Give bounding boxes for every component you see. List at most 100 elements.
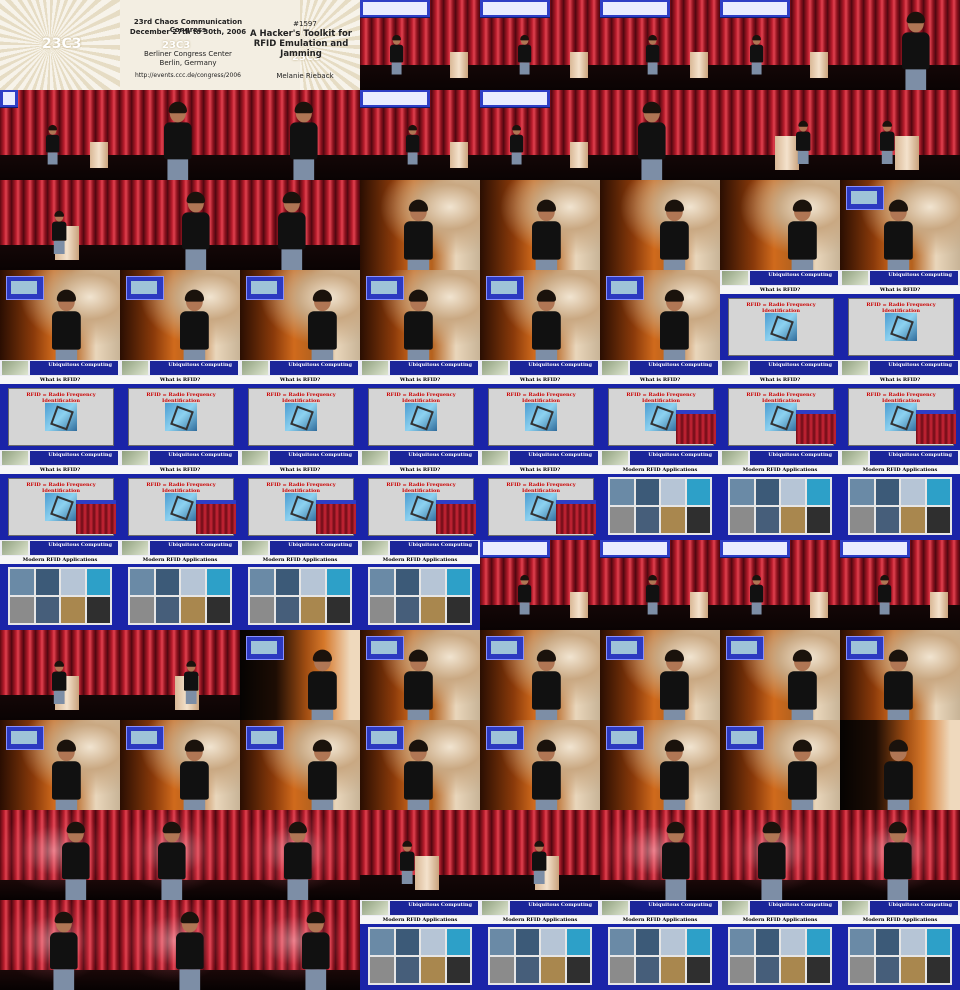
rfid-applications-collage — [728, 477, 832, 535]
application-photo — [275, 569, 299, 595]
video-frame — [480, 630, 600, 720]
rfid-tag-image — [285, 493, 317, 521]
video-frame — [120, 90, 240, 180]
application-photo — [566, 957, 590, 983]
speaker-hair — [792, 739, 812, 752]
speaker-hair — [752, 34, 761, 41]
slide-banner-text: Ubiquitous Computing — [408, 542, 472, 548]
projection-screen — [606, 726, 644, 750]
slide-banner: Ubiquitous Computing — [480, 450, 600, 466]
slide-banner-band: Ubiquitous Computing — [150, 451, 238, 465]
rfid-tag-image — [165, 403, 197, 431]
slide-body: RFID = Radio Frequency Identification — [488, 388, 594, 446]
application-photo — [635, 929, 659, 955]
speaker-jeans — [797, 150, 809, 164]
speaker-jeans — [519, 602, 530, 615]
projection-screen — [726, 726, 764, 750]
projection-screen — [486, 636, 524, 660]
rfid-applications-collage — [368, 927, 472, 985]
speaker-hair — [408, 199, 428, 212]
video-frame — [360, 630, 480, 720]
slide-banner: Ubiquitous Computing — [600, 450, 720, 466]
slide-banner: Ubiquitous Computing — [360, 360, 480, 376]
video-frame — [240, 720, 360, 810]
speaker-hair — [56, 289, 76, 302]
video-frame — [600, 540, 720, 630]
application-photo — [686, 957, 710, 983]
slide-title: What is RFID? — [720, 286, 840, 294]
slide-banner-text: Ubiquitous Computing — [648, 902, 712, 908]
video-frame — [480, 720, 600, 810]
speaker-shirt — [884, 761, 913, 800]
speaker-hair — [312, 289, 332, 302]
slide-banner: Ubiquitous Computing — [240, 540, 360, 556]
projection-screen — [366, 276, 404, 300]
video-frame: Ubiquitous Computing Modern RFID Applicat… — [360, 540, 480, 630]
uva-logo-image — [122, 361, 148, 375]
rfid-applications-collage — [848, 927, 952, 985]
speaker-hair — [906, 11, 925, 24]
video-frame: Ubiquitous Computing Modern RFID Applicat… — [240, 540, 360, 630]
uva-logo-image — [362, 451, 388, 465]
application-photo — [395, 929, 419, 955]
speaker-hair — [888, 199, 908, 212]
projection-screen-content — [3, 92, 15, 105]
uva-logo-image — [2, 451, 28, 465]
projection-screen-content — [603, 2, 667, 15]
speaker-shirt — [404, 311, 433, 350]
slide-banner: Ubiquitous Computing — [0, 540, 120, 556]
speaker-jeans — [647, 602, 658, 615]
application-photo — [326, 569, 350, 595]
slide-banner: Ubiquitous Computing — [0, 360, 120, 376]
application-photo — [755, 957, 779, 983]
speaker-jeans — [311, 349, 334, 360]
speaker-jeans — [305, 969, 327, 990]
speaker-shirt — [182, 212, 210, 250]
video-frame — [0, 90, 120, 180]
slide-banner-text: Ubiquitous Computing — [288, 542, 352, 548]
slide-title: What is RFID? — [720, 376, 840, 384]
slide-banner: Ubiquitous Computing — [840, 900, 960, 916]
slide-banner-band: Ubiquitous Computing — [390, 901, 478, 915]
speaker-hair — [520, 574, 529, 581]
slide-banner-text: Ubiquitous Computing — [768, 272, 832, 278]
video-frame — [0, 900, 120, 990]
speaker-jeans — [663, 709, 686, 720]
projection-screen — [480, 0, 550, 18]
speaker-hair — [408, 649, 428, 662]
application-photo — [446, 597, 470, 623]
lectern — [930, 592, 948, 618]
slide-title: What is RFID? — [600, 376, 720, 384]
slide-banner: Ubiquitous Computing — [480, 360, 600, 376]
rfid-tag-image — [405, 493, 437, 521]
speaker-jeans — [183, 349, 206, 360]
application-photo — [515, 957, 539, 983]
uva-logo-image — [722, 361, 748, 375]
speaker-jeans — [791, 799, 814, 810]
speaker-hair — [664, 649, 684, 662]
uva-logo-image — [242, 541, 268, 555]
video-frame — [0, 810, 120, 900]
uva-logo-image — [482, 451, 508, 465]
application-photo — [730, 507, 754, 533]
lectern — [450, 52, 468, 78]
application-photo — [130, 597, 154, 623]
slide-banner: Ubiquitous Computing — [240, 450, 360, 466]
slide-title: Modern RFID Applications — [360, 556, 480, 564]
speaker-jeans — [663, 799, 686, 810]
video-frame — [480, 540, 600, 630]
speaker-shirt — [164, 122, 192, 160]
speaker-shirt — [646, 44, 660, 63]
application-photo — [730, 957, 754, 983]
speaker-hair — [642, 101, 661, 114]
video-frame — [840, 720, 960, 810]
application-photo — [926, 929, 950, 955]
speaker-jeans — [663, 349, 686, 360]
slide-banner-text: Ubiquitous Computing — [288, 362, 352, 368]
speaker-jeans — [185, 249, 207, 270]
application-photo — [370, 957, 394, 983]
projection-screen — [486, 726, 524, 750]
projection-screen — [600, 540, 670, 558]
speaker-hair — [48, 124, 57, 131]
speaker-hair — [282, 191, 301, 204]
